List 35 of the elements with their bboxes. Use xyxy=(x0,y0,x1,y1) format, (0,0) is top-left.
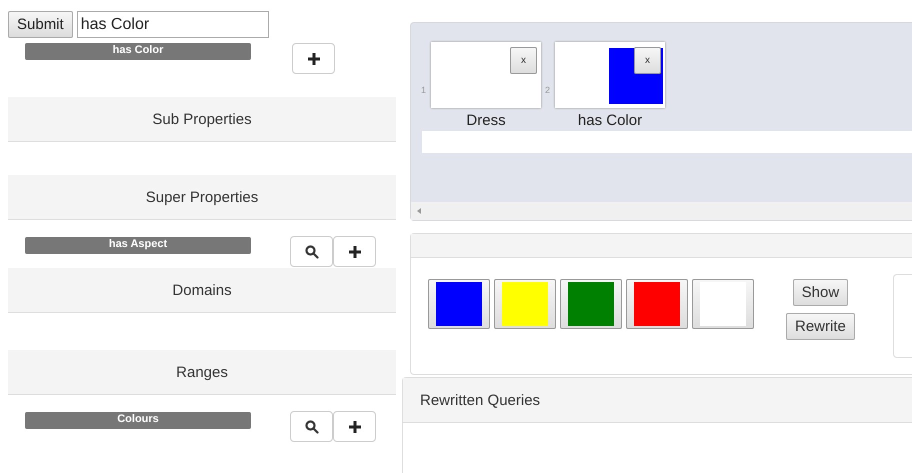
section-header: Domains xyxy=(8,268,396,313)
search-button[interactable] xyxy=(290,411,333,442)
search-icon xyxy=(304,244,318,258)
node-number: 2 xyxy=(545,85,552,95)
action-button[interactable]: Rewrite xyxy=(786,313,855,340)
color-swatch[interactable] xyxy=(560,279,622,329)
color-swatch[interactable] xyxy=(692,279,754,329)
search-button[interactable] xyxy=(290,236,333,267)
add-button[interactable] xyxy=(333,236,376,267)
color-swatch[interactable] xyxy=(428,279,490,329)
submit-button[interactable]: Submit xyxy=(8,11,73,38)
plus-icon xyxy=(348,244,362,258)
node-thumbnail[interactable]: x xyxy=(555,42,665,108)
close-button[interactable]: x xyxy=(510,47,537,74)
close-button[interactable]: x xyxy=(634,47,661,74)
query-field[interactable]: has Color xyxy=(76,11,269,38)
section-header: Ranges xyxy=(8,350,396,395)
add-button[interactable] xyxy=(292,43,335,74)
plus-icon xyxy=(306,52,320,66)
color-swatch[interactable] xyxy=(626,279,688,329)
add-button[interactable] xyxy=(333,411,376,442)
section-header: Super Properties xyxy=(8,175,396,220)
property-tag: Colours xyxy=(25,412,251,429)
search-icon xyxy=(304,420,318,434)
node-number: 1 xyxy=(421,85,428,95)
plus-icon xyxy=(348,420,362,434)
property-tag: has Aspect xyxy=(25,237,251,254)
node-thumbnail[interactable]: x xyxy=(431,42,541,108)
section-header: Sub Properties xyxy=(8,97,396,142)
property-tag: has Color xyxy=(25,43,251,60)
node-label: Dress xyxy=(466,112,506,129)
node-label: has Color xyxy=(578,112,642,129)
color-swatch[interactable] xyxy=(494,279,556,329)
panel-title: Rewritten Queries xyxy=(420,392,540,408)
action-button[interactable]: Show xyxy=(792,279,848,306)
